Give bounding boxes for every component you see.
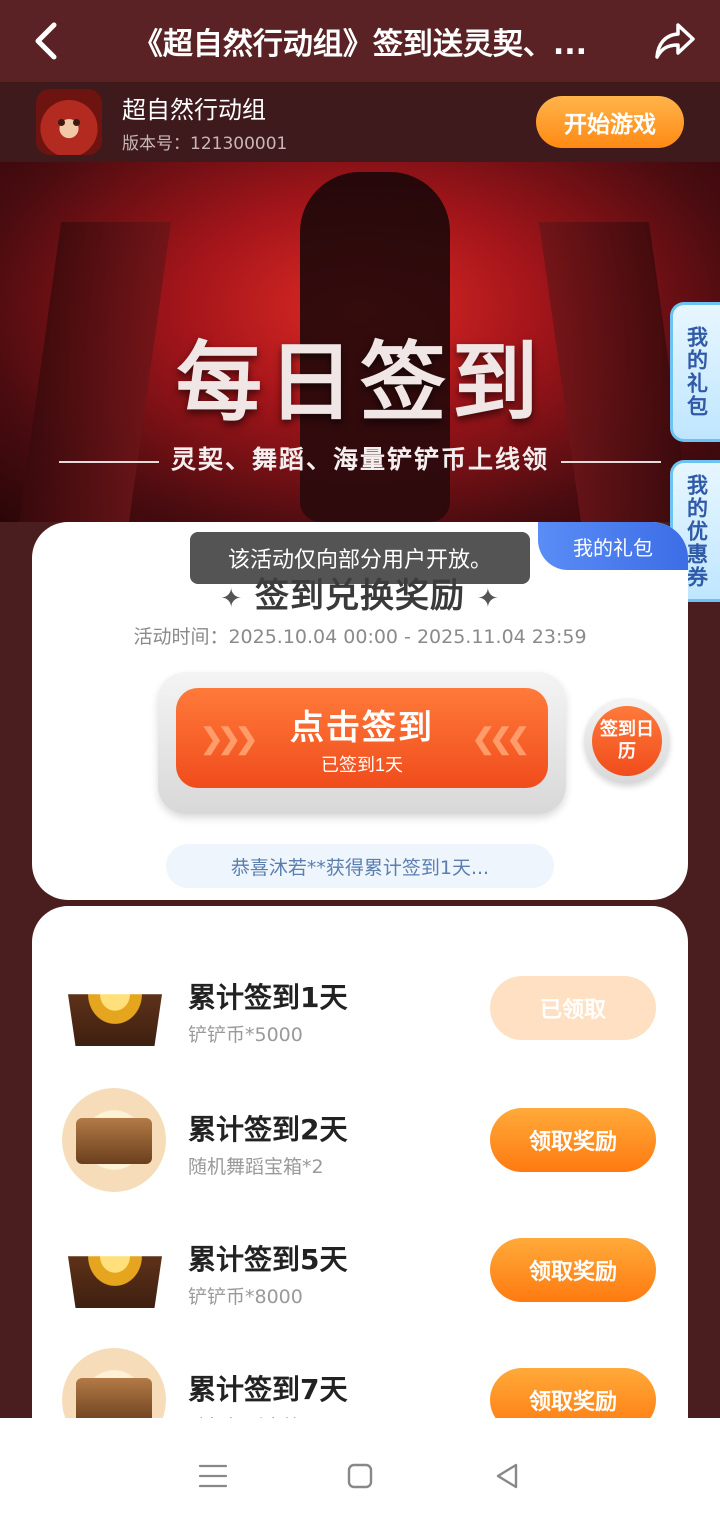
page-title: 《超自然行动组》签到送灵契、... [132,27,588,62]
coin-chest-icon [68,994,162,1046]
chevrons-left-icon: ❮❮❮ [471,723,530,754]
activity-time: 活动时间：2025.10.04 00:00 - 2025.11.04 23:59 [133,626,587,648]
reward-title: 累计签到5天 [188,1243,348,1276]
menu-icon [199,1464,228,1487]
reward-item: 铲铲币*8000 [188,1286,303,1308]
sparkle-icon: ✦ [220,584,243,614]
coin-chest-icon [68,1256,162,1308]
signin-days-label: 已签到1天 [320,754,403,775]
claim-reward-button[interactable]: 领取奖励 [490,1238,656,1302]
reward-title: 累计签到7天 [188,1373,348,1406]
reward-claimed-button[interactable]: 已领取 [490,976,656,1040]
my-gifts-side-tab[interactable]: 我的礼包 [670,302,720,442]
reward-title: 累计签到1天 [188,981,348,1014]
reward-title: 累计签到2天 [188,1113,348,1146]
reward-item: 随机舞蹈宝箱*2 [188,1156,324,1178]
game-app-icon[interactable] [36,89,102,155]
daily-checkin-banner: 每日签到 灵契、舞蹈、海量铲铲币上线领 [0,162,720,522]
treasure-box-icon [62,1088,166,1192]
share-icon [655,23,695,59]
reward-item: 铲铲币*5000 [188,1024,303,1046]
divider [561,460,661,463]
rewards-card: 累计签到1天 铲铲币*5000 已领取 累计签到2天 随机舞蹈宝箱*2 领取奖励… [32,906,688,1426]
game-info: 超自然行动组 版本号：121300001 [122,90,536,154]
home-button[interactable] [330,1446,390,1506]
game-info-bar: 超自然行动组 版本号：121300001 开始游戏 [0,82,720,162]
reward-row: 累计签到2天 随机舞蹈宝箱*2 领取奖励 [32,1086,688,1196]
sparkle-icon: ✦ [477,584,500,614]
toast-message: 该活动仅向部分用户开放。 [190,532,530,584]
banner-title: 每日签到 [176,332,544,433]
claim-reward-button[interactable]: 领取奖励 [490,1108,656,1172]
signin-calendar-button[interactable]: 签到日历 [584,698,670,784]
back-button[interactable] [0,0,90,82]
start-game-button[interactable]: 开始游戏 [536,96,684,148]
signin-button[interactable]: ❯❯❯ 点击签到 已签到1天 ❮❮❮ [176,688,548,788]
reward-row: 累计签到1天 铲铲币*5000 已领取 [32,954,688,1064]
divider [58,460,159,463]
banner-subtitle-text: 灵契、舞蹈、海量铲铲币上线领 [170,445,549,474]
back-nav-button[interactable] [477,1446,537,1506]
top-nav-bar: 《超自然行动组》签到送灵契、... [0,0,720,82]
home-square-icon [347,1463,373,1488]
game-name: 超自然行动组 [122,96,266,124]
signin-button-frame: ❯❯❯ 点击签到 已签到1天 ❮❮❮ [158,672,566,814]
system-nav-bar [0,1418,720,1533]
chevron-left-icon [35,22,57,60]
share-button[interactable] [630,0,720,82]
chevrons-right-icon: ❯❯❯ [200,723,258,754]
winner-marquee: 恭喜沐若**获得累计签到1天... [166,844,554,888]
my-gift-button[interactable]: 我的礼包 [538,522,688,570]
game-version: 版本号：121300001 [122,134,288,154]
reward-row: 累计签到7天 随机舞蹈宝箱*3 领取奖励 [32,1346,688,1426]
triangle-back-icon [496,1463,517,1488]
reward-row: 累计签到5天 铲铲币*8000 领取奖励 [32,1216,688,1326]
signin-calendar-label: 签到日历 [592,706,662,776]
signin-button-label: 点击签到 [290,708,434,747]
menu-button[interactable] [183,1446,243,1506]
treasure-box-icon [62,1348,166,1426]
banner-subtitle: 灵契、舞蹈、海量铲铲币上线领 [0,440,720,476]
